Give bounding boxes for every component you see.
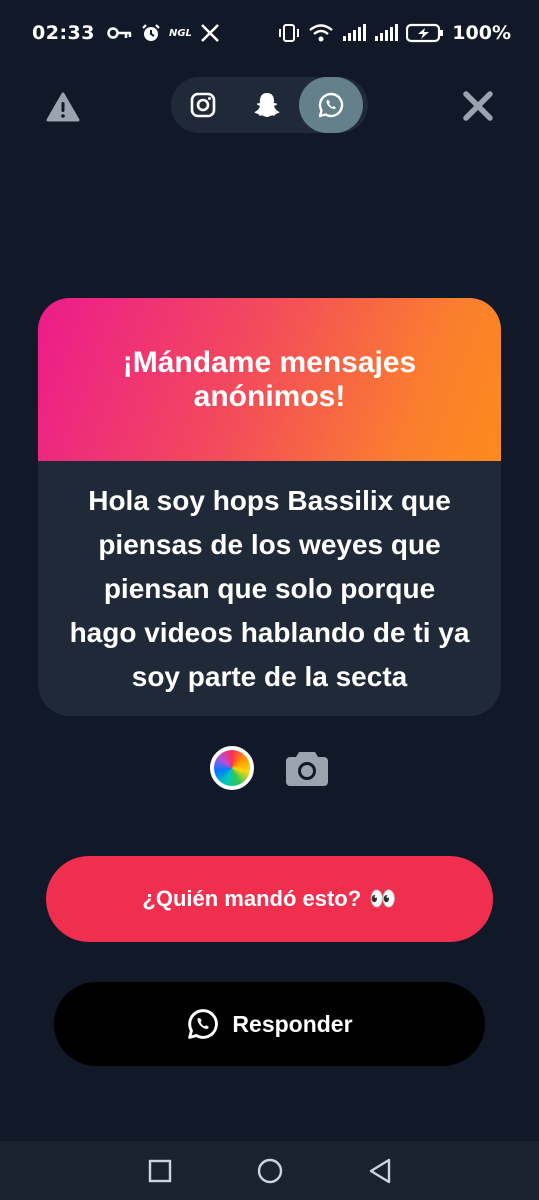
- who-sent-button[interactable]: ¿Quién mandó esto? 👀: [46, 856, 493, 942]
- card-title: ¡Mándame mensajes anónimos!: [122, 345, 417, 413]
- home-button[interactable]: [255, 1156, 285, 1186]
- share-targets: [171, 77, 368, 133]
- close-icon: [463, 91, 493, 121]
- who-sent-label: ¿Quién mandó esto?: [142, 886, 362, 911]
- wifi-icon: [308, 23, 334, 43]
- x-icon: [200, 23, 220, 43]
- battery-icon: [406, 23, 444, 43]
- circle-icon: [257, 1158, 282, 1183]
- snapchat-icon: [254, 93, 280, 117]
- battery-percent: 100%: [452, 22, 511, 44]
- camera-icon: [286, 752, 328, 786]
- color-wheel-icon[interactable]: [210, 746, 254, 790]
- warning-icon: [46, 92, 80, 122]
- card-body: Hola soy hops Bassilix que piensas de lo…: [38, 461, 501, 716]
- whatsapp-icon: [318, 92, 344, 118]
- eyes-icon: 👀: [369, 886, 397, 911]
- navigation-bar: [0, 1141, 539, 1200]
- whatsapp-icon: [188, 1009, 219, 1039]
- status-bar: 02:33 NGL 100%: [0, 0, 539, 66]
- instagram-icon: [190, 92, 216, 118]
- message-card: ¡Mándame mensajes anónimos! Hola soy hop…: [38, 298, 501, 716]
- square-icon: [148, 1159, 171, 1182]
- status-left: 02:33 NGL: [32, 22, 220, 44]
- close-button[interactable]: [460, 88, 496, 124]
- camera-button[interactable]: [284, 744, 330, 790]
- share-whatsapp-button[interactable]: [299, 77, 363, 133]
- signal-icon: [374, 24, 399, 42]
- ngl-icon: NGL: [168, 27, 192, 39]
- share-snapchat-button[interactable]: [235, 77, 299, 133]
- status-right: 100%: [278, 22, 511, 44]
- signal-icon: [342, 24, 367, 42]
- key-icon: [107, 26, 133, 40]
- back-button[interactable]: [365, 1156, 395, 1186]
- recents-button[interactable]: [145, 1156, 175, 1186]
- clock: 02:33: [32, 22, 95, 44]
- card-header: ¡Mándame mensajes anónimos!: [38, 298, 501, 461]
- report-button[interactable]: [46, 90, 80, 124]
- message-text: Hola soy hops Bassilix que piensas de lo…: [69, 484, 470, 692]
- share-instagram-button[interactable]: [171, 77, 235, 133]
- alarm-icon: [141, 23, 161, 43]
- reply-label: Responder: [232, 1010, 353, 1037]
- back-triangle-icon: [369, 1158, 390, 1183]
- vibrate-icon: [278, 23, 300, 43]
- reply-button[interactable]: Responder: [54, 982, 485, 1066]
